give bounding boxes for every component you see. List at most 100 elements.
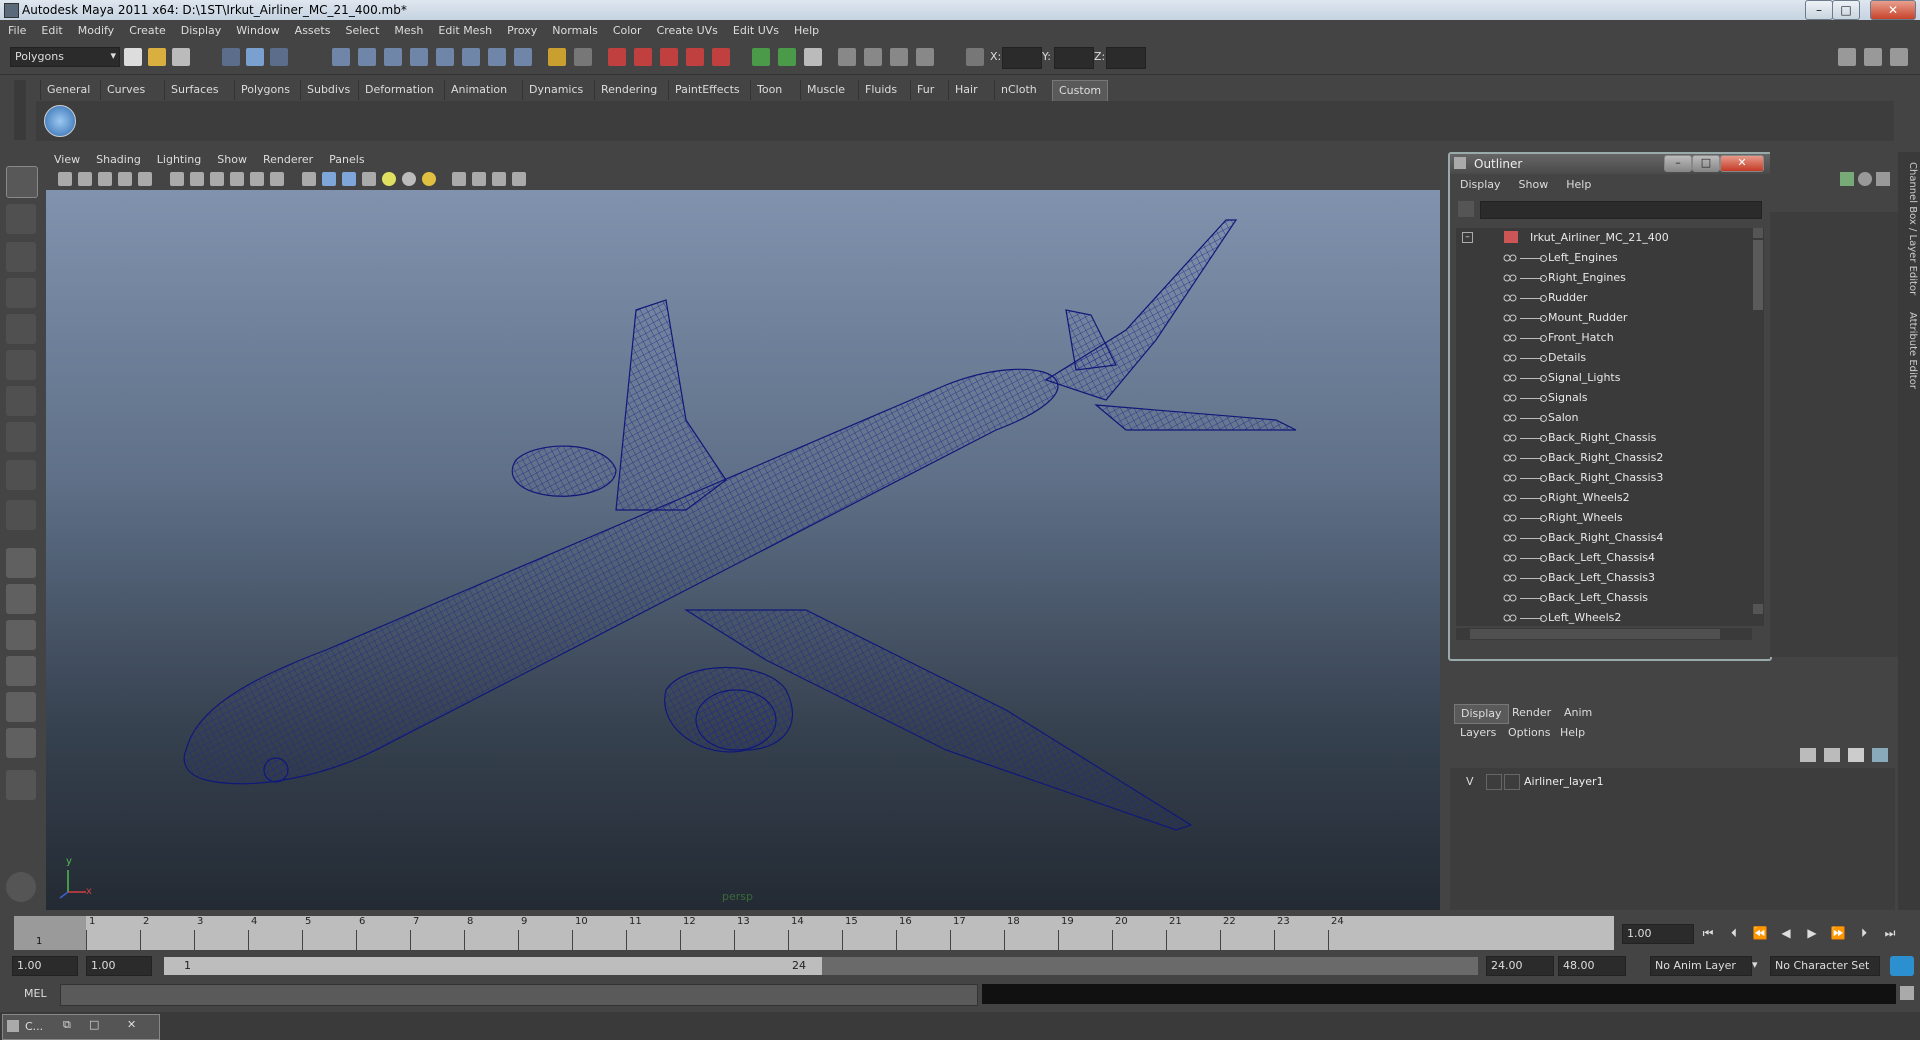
outliner-item[interactable]: Right_Wheels2 (1456, 488, 1746, 508)
textured-icon[interactable] (362, 172, 376, 186)
viewport-menu-show[interactable]: Show (209, 152, 255, 166)
step-forward-key-icon[interactable]: ⏵ (1856, 926, 1872, 940)
construction-history-icon[interactable] (574, 48, 592, 66)
shelf-tab-painteffects[interactable]: PaintEffects (668, 80, 746, 100)
outliner-close-button[interactable]: ✕ (1720, 155, 1764, 172)
attribute-editor-icon[interactable] (838, 48, 856, 66)
layout-more-icon[interactable] (6, 770, 36, 800)
shelf-menu-handle[interactable] (14, 80, 26, 140)
persp-graph-layout-icon[interactable] (6, 656, 36, 686)
four-view-layout-icon[interactable] (6, 584, 36, 614)
menu-file[interactable]: File (0, 20, 33, 37)
help-line-icon[interactable] (6, 872, 36, 902)
shelf-tab-ncloth[interactable]: nCloth (994, 80, 1043, 100)
time-ruler[interactable]: 1 1 2 3 4 5 6 7 8 9 10 11 12 13 14 15 16 17 18 19 20 21 22 23 2… (14, 916, 1614, 950)
safe-action-icon[interactable] (250, 172, 264, 186)
render-settings-icon[interactable] (660, 48, 678, 66)
menu-help[interactable]: Help (786, 20, 826, 37)
menu-window[interactable]: Window (228, 20, 286, 37)
outliner-title-bar[interactable]: Outliner – □ ✕ (1450, 154, 1770, 174)
tab-channel-box-layer-editor[interactable]: Channel Box / Layer Editor (1900, 162, 1918, 295)
shelf-tab-fur[interactable]: Fur (910, 80, 940, 100)
new-empty-layer-icon[interactable] (1848, 748, 1864, 762)
xray-joints-icon[interactable] (492, 172, 506, 186)
shelf-tab-general[interactable]: General (40, 80, 96, 100)
outliner-vertical-scrollbar[interactable] (1752, 228, 1764, 626)
z-field[interactable] (1106, 47, 1146, 69)
layer-menu-layers[interactable]: Layers (1460, 726, 1496, 739)
range-slider[interactable]: 1 24 (164, 957, 1478, 975)
scroll-up-icon[interactable] (1753, 228, 1763, 238)
rename-icon[interactable] (778, 48, 796, 66)
outliner-item[interactable]: Back_Left_Chassis4 (1456, 548, 1746, 568)
viewport-menu-shading[interactable]: Shading (88, 152, 149, 166)
input-line-icon[interactable] (752, 48, 770, 66)
minimize-window-button[interactable]: – (1805, 0, 1833, 20)
move-layer-down-icon[interactable] (1824, 748, 1840, 762)
camera-attributes-icon[interactable] (78, 172, 92, 186)
last-tool-icon[interactable] (6, 500, 36, 530)
outliner-minimize-button[interactable]: – (1664, 155, 1692, 172)
select-hierarchy-icon[interactable] (222, 48, 240, 66)
show-manipulator-icon[interactable] (6, 460, 36, 490)
layer-type-toggle[interactable] (1486, 774, 1502, 790)
outliner-item[interactable]: Right_Engines (1456, 268, 1746, 288)
step-back-frame-icon[interactable]: ⏪ (1752, 926, 1768, 940)
scroll-down-icon[interactable] (1753, 604, 1763, 614)
panel-layout-icon[interactable] (1838, 48, 1856, 66)
menu-select[interactable]: Select (337, 20, 386, 37)
sidebar-toggle-icon[interactable] (804, 48, 822, 66)
outliner-hscroll-thumb[interactable] (1470, 629, 1720, 639)
outliner-item[interactable]: Back_Left_Chassis3 (1456, 568, 1746, 588)
new-scene-icon[interactable] (124, 48, 142, 66)
outliner-menu-help[interactable]: Help (1556, 178, 1599, 191)
xray-icon[interactable] (472, 172, 486, 186)
outliner-scroll-thumb[interactable] (1753, 240, 1763, 310)
animation-start-field[interactable]: 1.00 (12, 956, 78, 976)
layer-visibility-toggle[interactable]: V (1466, 775, 1474, 788)
persp-viewport[interactable]: y x persp (46, 190, 1440, 910)
channel-box-icon-3[interactable] (1876, 172, 1890, 186)
menu-modify[interactable]: Modify (70, 20, 121, 37)
channel-box-icon-1[interactable] (1840, 172, 1854, 186)
minimized-window[interactable]: C... ⧉ □ ✕ (2, 1014, 160, 1040)
outliner-item[interactable]: Left_Engines (1456, 248, 1746, 268)
scale-tool-icon[interactable] (6, 350, 36, 380)
shelf-tab-animation[interactable]: Animation (444, 80, 513, 100)
film-gate-icon[interactable] (170, 172, 184, 186)
outliner-search-field[interactable] (1480, 201, 1762, 219)
channel-box-icon[interactable] (890, 48, 908, 66)
range-slider-thumb[interactable]: 1 24 (164, 957, 822, 975)
menu-mesh[interactable]: Mesh (386, 20, 430, 37)
go-to-start-icon[interactable]: ⏮ (1700, 926, 1716, 940)
shelf-tab-curves[interactable]: Curves (100, 80, 151, 100)
chevron-down-icon[interactable]: ▾ (1752, 958, 1758, 971)
menu-set-dropdown[interactable]: Polygons ▾ (10, 47, 120, 67)
menu-assets[interactable]: Assets (287, 20, 338, 37)
menu-proxy[interactable]: Proxy (499, 20, 544, 37)
viewport-menu-lighting[interactable]: Lighting (149, 152, 209, 166)
smooth-shade-icon[interactable] (322, 172, 336, 186)
play-forwards-icon[interactable]: ▶ (1804, 926, 1820, 940)
channel-layer-icon[interactable] (1890, 48, 1908, 66)
animation-end-field[interactable]: 48.00 (1558, 956, 1626, 976)
snap-surface-icon[interactable] (436, 48, 454, 66)
move-layer-up-icon[interactable] (1800, 748, 1816, 762)
layer-tab-render[interactable]: Render (1506, 704, 1557, 722)
layer-row[interactable]: V Airliner_layer1 (1450, 772, 1890, 792)
snap-curve-icon[interactable] (358, 48, 376, 66)
move-tool-icon[interactable] (6, 278, 36, 308)
channel-box-icon-2[interactable] (1858, 172, 1872, 186)
ipr-render-icon[interactable] (634, 48, 652, 66)
restore-icon[interactable]: ⧉ (63, 1018, 71, 1032)
mel-label[interactable]: MEL (24, 987, 47, 1000)
menu-create-uvs[interactable]: Create UVs (649, 20, 725, 37)
bookmarks-icon[interactable] (98, 172, 112, 186)
outliner-menu-show[interactable]: Show (1509, 178, 1557, 191)
gate-mask-icon[interactable] (210, 172, 224, 186)
render-view-icon[interactable] (712, 48, 730, 66)
persp-graph-outliner-layout-icon[interactable] (6, 728, 36, 758)
wireframe-on-shaded-icon[interactable] (342, 172, 356, 186)
transform-field-icon[interactable] (966, 48, 984, 66)
shelf-tab-polygons[interactable]: Polygons (234, 80, 296, 100)
